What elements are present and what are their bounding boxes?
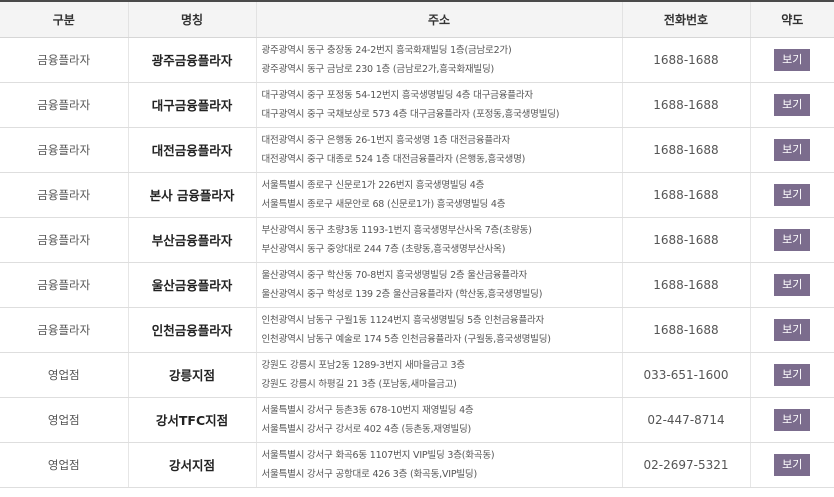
address-line-2: 대전광역시 중구 대종로 524 1층 대전금융플라자 (은행동,흥국생명) — [261, 153, 526, 165]
table-row: 영업점 강서지점 서울특별시 강서구 화곡6동 1107번지 VIP빌딩 3층(화곡… — [0, 442, 834, 488]
address-line-1: 광주광역시 동구 충장동 24-2번지 흥국화재빌딩 1층(금남로2가) — [261, 44, 512, 56]
map-cell: 보기 — [750, 442, 834, 488]
map-cell: 보기 — [750, 217, 834, 263]
address-line-2: 서울특별시 강서구 강서로 402 4층 (등촌동,재영빌딩) — [261, 423, 472, 435]
table-row: 금융플라자 울산금융플라자 울산광역시 중구 학산동 70-8번지 흥국생명빌딩 2… — [0, 262, 834, 308]
address-cell: 서울특별시 강서구 화곡6동 1107번지 VIP빌딩 3층(화곡동) 서울특별시… — [256, 442, 623, 488]
address-line-2: 인천광역시 남동구 예술로 174 5층 인천금융플라자 (구월동,흥국생명빌딩… — [261, 333, 551, 345]
table-row: 영업점 강릉지점 강원도 강릉시 포남2동 1289-3번지 새마을금고 3층 강원도… — [0, 352, 834, 398]
view-map-button[interactable]: 보기 — [774, 363, 811, 386]
phone-number: 1688-1688 — [622, 307, 751, 353]
branch-name: 부산금융플라자 — [128, 217, 257, 263]
map-cell: 보기 — [750, 307, 834, 353]
address-line-1: 대전광역시 중구 은행동 26-1번지 흥국생명 1층 대전금융플라자 — [261, 134, 511, 146]
header-map: 약도 — [750, 0, 834, 38]
address-line-2: 서울특별시 강서구 공항대로 426 3층 (화곡동,VIP빌딩) — [261, 468, 478, 480]
address-line-1: 인천광역시 남동구 구월1동 1124번지 흥국생명빌딩 5층 인천금융플라자 — [261, 314, 545, 326]
map-cell: 보기 — [750, 397, 834, 443]
phone-number: 1688-1688 — [622, 262, 751, 308]
header-category: 구분 — [0, 0, 129, 38]
view-map-button[interactable]: 보기 — [774, 318, 811, 341]
map-cell: 보기 — [750, 262, 834, 308]
map-cell: 보기 — [750, 352, 834, 398]
view-map-button[interactable]: 보기 — [774, 453, 811, 476]
address-cell: 강원도 강릉시 포남2동 1289-3번지 새마을금고 3층강원도 강릉시 하평… — [256, 352, 623, 398]
address-line-1: 부산광역시 동구 초량3동 1193-1번지 흥국생명부산사옥 7층(초량동) — [261, 224, 532, 236]
table-row: 금융플라자 대전금융플라자 대전광역시 중구 은행동 26-1번지 흥국생명 1층 … — [0, 127, 834, 173]
table-row: 영업점 강서TFC지점 서울특별시 강서구 등촌3동 678-10번지 재영빌딩 4… — [0, 397, 834, 443]
header-phone: 전화번호 — [622, 0, 751, 38]
branch-name: 강릉지점 — [128, 352, 257, 398]
phone-number: 1688-1688 — [622, 172, 751, 218]
category-cell: 금융플라자 — [0, 217, 129, 263]
address-line-1: 강원도 강릉시 포남2동 1289-3번지 새마을금고 3층 — [261, 359, 466, 371]
category-cell: 금융플라자 — [0, 37, 129, 83]
view-map-button[interactable]: 보기 — [774, 48, 811, 71]
phone-number: 033-651-1600 — [622, 352, 751, 398]
address-cell: 서울특별시 종로구 신문로1가 226번지 흥국생명빌딩 4층서울특별시 종로구… — [256, 172, 623, 218]
category-cell: 금융플라자 — [0, 127, 129, 173]
address-line-2: 서울특별시 종로구 새문안로 68 (신문로1가) 흥국생명빌딩 4층 — [261, 198, 506, 210]
view-map-button[interactable]: 보기 — [774, 228, 811, 251]
phone-number: 1688-1688 — [622, 127, 751, 173]
address-line-2: 강원도 강릉시 하평길 21 3층 (포남동,새마을금고) — [261, 378, 457, 390]
address-line-2: 광주광역시 동구 금남로 230 1층 (금남로2가,흥국화재빌딩) — [261, 63, 495, 75]
phone-number: 1688-1688 — [622, 37, 751, 83]
map-cell: 보기 — [750, 172, 834, 218]
address-line-1: 서울특별시 강서구 화곡6동 1107번지 VIP빌딩 3층(화곡동) — [261, 449, 495, 461]
address-cell: 대전광역시 중구 은행동 26-1번지 흥국생명 1층 대전금융플라자대전광역시… — [256, 127, 623, 173]
address-line-1: 서울특별시 강서구 등촌3동 678-10번지 재영빌딩 4층 — [261, 404, 474, 416]
branch-table: 구분 명칭 주소 전화번호 약도 금융플라자 광주금융플라자 광주광역시 동구 충장… — [0, 0, 834, 488]
category-cell: 금융플라자 — [0, 172, 129, 218]
view-map-button[interactable]: 보기 — [774, 273, 811, 296]
category-cell: 금융플라자 — [0, 262, 129, 308]
table-row: 금융플라자 부산금융플라자 부산광역시 동구 초량3동 1193-1번지 흥국생명부… — [0, 217, 834, 263]
map-cell: 보기 — [750, 37, 834, 83]
view-map-button[interactable]: 보기 — [774, 93, 811, 116]
phone-number: 02-447-8714 — [622, 397, 751, 443]
category-cell: 금융플라자 — [0, 307, 129, 353]
address-line-2: 부산광역시 동구 중앙대로 244 7층 (초량동,흥국생명부산사옥) — [261, 243, 506, 255]
category-cell: 영업점 — [0, 442, 129, 488]
view-map-button[interactable]: 보기 — [774, 183, 811, 206]
branch-name: 대구금융플라자 — [128, 82, 257, 128]
address-cell: 울산광역시 중구 학산동 70-8번지 흥국생명빌딩 2층 울산금융플라자울산광… — [256, 262, 623, 308]
address-line-2: 울산광역시 중구 학성로 139 2층 울산금융플라자 (학산동,흥국생명빌딩) — [261, 288, 543, 300]
address-line-2: 대구광역시 중구 국채보상로 573 4층 대구금융플라자 (포정동,흥국생명빌… — [261, 108, 560, 120]
category-cell: 영업점 — [0, 352, 129, 398]
header-address: 주소 — [256, 0, 623, 38]
header-name: 명칭 — [128, 0, 257, 38]
branch-name: 본사 금융플라자 — [128, 172, 257, 218]
phone-number: 02-2697-5321 — [622, 442, 751, 488]
address-cell: 광주광역시 동구 충장동 24-2번지 흥국화재빌딩 1층(금남로2가) 광주광역… — [256, 37, 623, 83]
table-header-row: 구분 명칭 주소 전화번호 약도 — [0, 0, 834, 38]
address-line-1: 대구광역시 중구 포정동 54-12번지 흥국생명빌딩 4층 대구금융플라자 — [261, 89, 534, 101]
address-line-1: 울산광역시 중구 학산동 70-8번지 흥국생명빌딩 2층 울산금융플라자 — [261, 269, 528, 281]
map-cell: 보기 — [750, 82, 834, 128]
address-line-1: 서울특별시 종로구 신문로1가 226번지 흥국생명빌딩 4층 — [261, 179, 485, 191]
map-cell: 보기 — [750, 127, 834, 173]
address-cell: 인천광역시 남동구 구월1동 1124번지 흥국생명빌딩 5층 인천금융플라자인… — [256, 307, 623, 353]
branch-name: 대전금융플라자 — [128, 127, 257, 173]
table-row: 금융플라자 본사 금융플라자 서울특별시 종로구 신문로1가 226번지 흥국생명빌… — [0, 172, 834, 218]
view-map-button[interactable]: 보기 — [774, 408, 811, 431]
category-cell: 금융플라자 — [0, 82, 129, 128]
address-cell: 부산광역시 동구 초량3동 1193-1번지 흥국생명부산사옥 7층(초량동) 부… — [256, 217, 623, 263]
branch-name: 강서TFC지점 — [128, 397, 257, 443]
branch-name: 광주금융플라자 — [128, 37, 257, 83]
table-row: 금융플라자 광주금융플라자 광주광역시 동구 충장동 24-2번지 흥국화재빌딩 1… — [0, 37, 834, 83]
address-cell: 서울특별시 강서구 등촌3동 678-10번지 재영빌딩 4층서울특별시 강서구… — [256, 397, 623, 443]
branch-name: 강서지점 — [128, 442, 257, 488]
phone-number: 1688-1688 — [622, 217, 751, 263]
table-row: 금융플라자 대구금융플라자 대구광역시 중구 포정동 54-12번지 흥국생명빌딩 … — [0, 82, 834, 128]
branch-name: 울산금융플라자 — [128, 262, 257, 308]
address-cell: 대구광역시 중구 포정동 54-12번지 흥국생명빌딩 4층 대구금융플라자대구… — [256, 82, 623, 128]
phone-number: 1688-1688 — [622, 82, 751, 128]
view-map-button[interactable]: 보기 — [774, 138, 811, 161]
table-row: 금융플라자 인천금융플라자 인천광역시 남동구 구월1동 1124번지 흥국생명빌딩… — [0, 307, 834, 353]
category-cell: 영업점 — [0, 397, 129, 443]
branch-name: 인천금융플라자 — [128, 307, 257, 353]
